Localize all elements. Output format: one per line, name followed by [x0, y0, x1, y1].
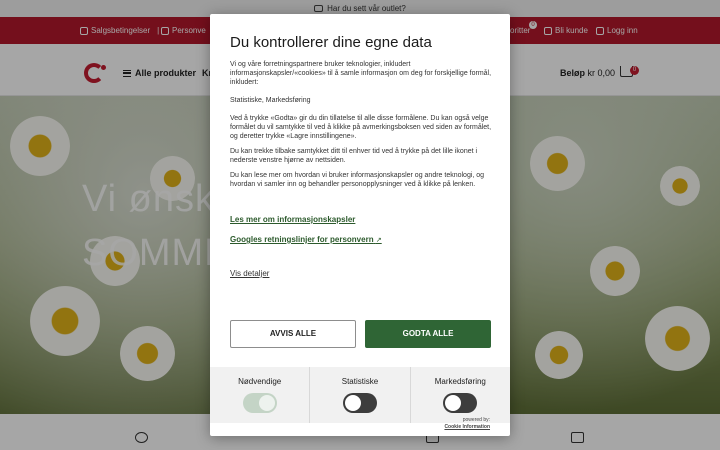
marketing-switch[interactable]	[443, 393, 478, 413]
reject-all-button[interactable]: AVVIS ALLE	[230, 320, 356, 348]
toggle-necessary-label: Nødvendige	[238, 377, 282, 386]
accept-all-button[interactable]: GODTA ALLE	[365, 320, 491, 348]
external-link-icon: ↗	[375, 237, 382, 244]
purposes-text: Statistiske, Markedsføring	[230, 97, 311, 104]
intro-paragraph: Vi og våre forretningspartnere bruker te…	[230, 61, 492, 86]
toggle-necessary: Nødvendige	[210, 367, 311, 423]
withdraw-paragraph: Du kan trekke tilbake samtykket ditt til…	[230, 148, 478, 164]
toggle-marketing-label: Markedsføring	[434, 377, 486, 386]
show-details-link[interactable]: Vis detaljer	[230, 269, 269, 278]
google-privacy-label: Googles retningslinjer for personvern	[230, 235, 374, 244]
necessary-switch	[242, 393, 277, 413]
consent-toggles: Nødvendige Statistiske Markedsføring	[210, 367, 510, 423]
toggle-marketing: Markedsføring	[411, 367, 510, 423]
cookie-consent-dialog: Du kontrollerer dine egne data Vi og vår…	[210, 14, 510, 436]
statistics-switch[interactable]	[342, 393, 377, 413]
read-more-paragraph: Du kan lese mer om hvordan vi bruker inf…	[230, 172, 485, 188]
dialog-body: Vi og våre forretningspartnere bruker te…	[230, 60, 492, 195]
toggle-statistics-label: Statistiske	[341, 377, 379, 386]
consent-paragraph: Ved å trykke «Godta» gir du din tillatel…	[230, 115, 492, 140]
cookies-info-link[interactable]: Les mer om informasjonskapsler	[230, 215, 355, 224]
google-privacy-link[interactable]: Googles retningslinjer for personvern ↗	[230, 235, 382, 244]
cookie-information-link[interactable]: Cookie Information	[444, 424, 490, 431]
dialog-title: Du kontrollerer dine egne data	[230, 34, 432, 51]
switch-knob	[258, 395, 275, 411]
switch-knob	[445, 395, 462, 411]
powered-by-label: powered by:	[462, 417, 490, 423]
toggle-statistics: Statistiske	[310, 367, 411, 423]
powered-by: powered by: Cookie Information	[444, 417, 490, 431]
switch-knob	[344, 395, 361, 411]
